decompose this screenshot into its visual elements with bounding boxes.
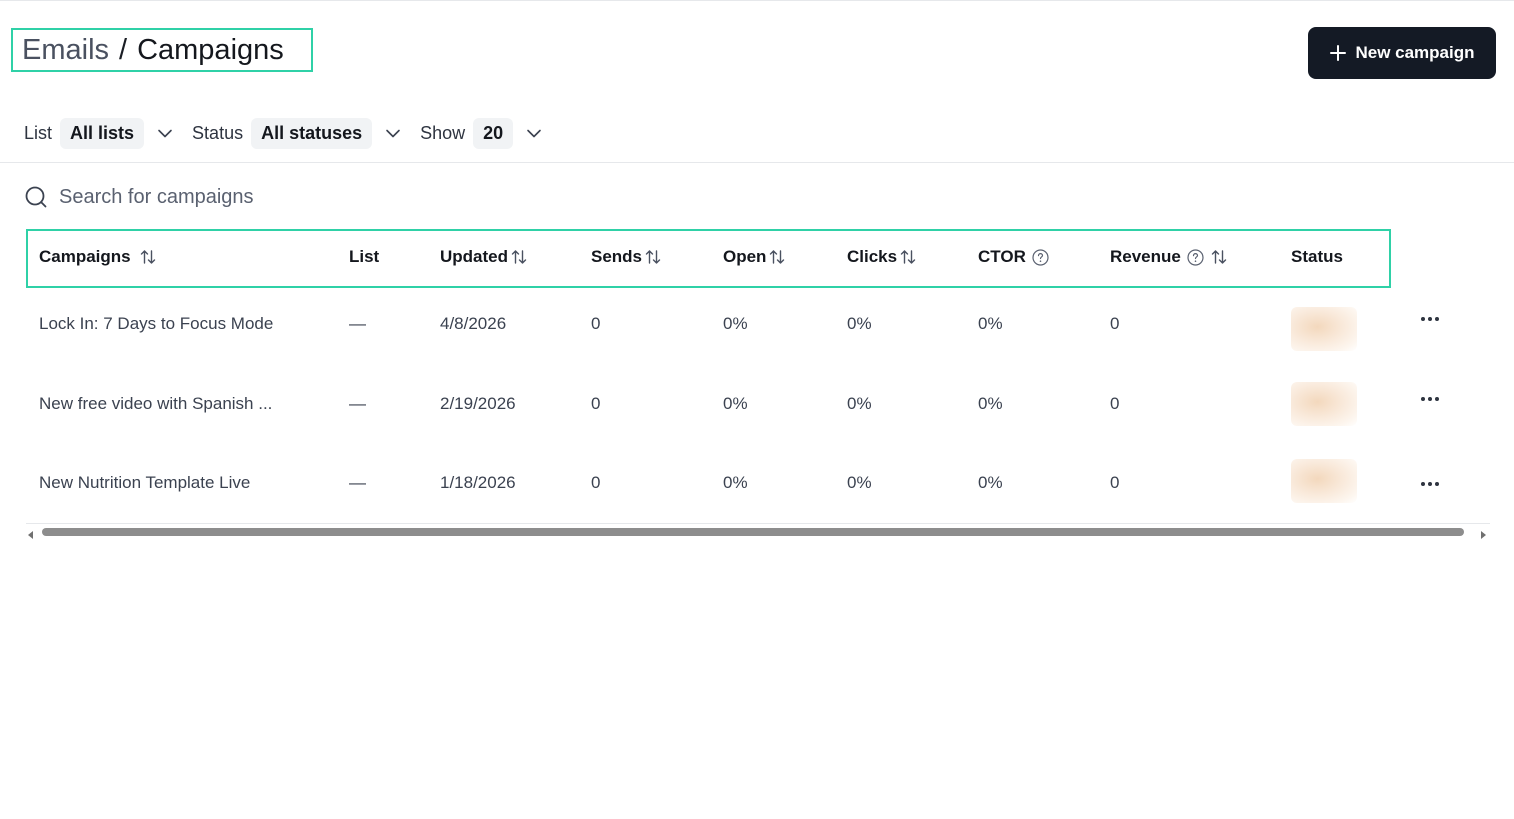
breadcrumb-emails-link[interactable]: Emails	[22, 34, 109, 67]
scrollbar-thumb[interactable]	[42, 528, 1464, 536]
campaign-sends: 0	[591, 314, 601, 333]
column-header-clicks[interactable]: Clicks	[847, 247, 917, 267]
column-header-sends[interactable]: Sends	[591, 247, 662, 267]
campaign-updated: 1/18/2026	[440, 473, 516, 492]
campaign-sends: 0	[591, 473, 601, 492]
campaign-ctor: 0%	[978, 473, 1003, 492]
column-header-label: Clicks	[847, 247, 898, 266]
breadcrumb: Emails / Campaigns	[11, 28, 313, 72]
more-horizontal-icon[interactable]	[1417, 471, 1443, 497]
campaign-name[interactable]: Lock In: 7 Days to Focus Mode	[39, 314, 273, 334]
sort-icon[interactable]	[899, 248, 917, 266]
show-filter-select[interactable]: 20	[473, 117, 514, 149]
sort-icon[interactable]	[510, 248, 528, 266]
column-header-label: Sends	[591, 247, 643, 266]
column-header-campaigns[interactable]: Campaigns	[39, 247, 157, 267]
list-filter-select[interactable]: All lists	[60, 117, 145, 149]
help-icon[interactable]	[1187, 248, 1204, 266]
column-header-revenue[interactable]: Revenue	[1110, 247, 1228, 267]
scroll-left-icon[interactable]	[26, 527, 36, 539]
sort-icon[interactable]	[768, 248, 786, 266]
campaign-ctor: 0%	[978, 394, 1003, 413]
column-header-label: Status	[1291, 247, 1343, 266]
search-icon	[24, 185, 48, 209]
horizontal-scrollbar[interactable]	[26, 523, 1490, 541]
column-header-updated[interactable]: Updated	[440, 247, 528, 267]
column-header-label: Revenue	[1110, 247, 1181, 266]
page-title: Campaigns	[137, 33, 284, 66]
status-badge	[1291, 307, 1357, 351]
list-filter-label: List	[24, 122, 53, 143]
sort-icon[interactable]	[139, 248, 157, 266]
column-header-status: Status	[1291, 247, 1343, 267]
more-horizontal-icon[interactable]	[1417, 306, 1443, 332]
chevron-down-icon[interactable]	[384, 124, 402, 142]
campaign-list: —	[349, 394, 366, 413]
campaign-clicks: 0%	[847, 394, 872, 413]
campaign-sends: 0	[591, 394, 601, 413]
campaign-updated: 2/19/2026	[440, 394, 516, 413]
campaign-revenue: 0	[1110, 314, 1120, 333]
help-icon[interactable]	[1032, 248, 1049, 266]
column-header-label: List	[349, 247, 380, 266]
scrollbar-track	[26, 523, 1490, 524]
sort-icon[interactable]	[644, 248, 662, 266]
table-row[interactable]: New Nutrition Template Live — 1/18/2026 …	[26, 455, 1486, 515]
campaign-open: 0%	[723, 394, 748, 413]
campaign-open: 0%	[723, 473, 748, 492]
campaigns-page: Emails / Campaigns New campaign List All…	[0, 0, 1514, 819]
chevron-down-icon[interactable]	[525, 124, 543, 142]
column-header-ctor: CTOR	[978, 247, 1049, 267]
campaign-name[interactable]: New free video with Spanish ...	[39, 394, 272, 414]
status-filter-select[interactable]: All statuses	[251, 117, 373, 149]
column-header-list: List	[349, 247, 379, 267]
campaign-clicks: 0%	[847, 314, 872, 333]
campaign-revenue: 0	[1110, 394, 1120, 413]
campaign-name[interactable]: New Nutrition Template Live	[39, 473, 250, 493]
sort-icon[interactable]	[1210, 248, 1228, 266]
column-header-label: CTOR	[978, 247, 1026, 266]
column-header-label: Updated	[440, 247, 508, 266]
status-badge	[1291, 382, 1357, 426]
show-filter-label: Show	[420, 122, 466, 143]
divider	[0, 162, 1514, 163]
status-badge	[1291, 459, 1357, 503]
column-header-label: Open	[723, 247, 767, 266]
status-filter-label: Status	[192, 122, 244, 143]
plus-icon	[1329, 44, 1347, 62]
column-header-open[interactable]: Open	[723, 247, 786, 267]
column-header-label: Campaigns	[39, 247, 131, 266]
scroll-right-icon[interactable]	[1478, 527, 1488, 539]
breadcrumb-separator: /	[119, 33, 128, 66]
more-horizontal-icon[interactable]	[1417, 386, 1443, 412]
filter-bar: List All lists Status All statuses Show …	[24, 117, 561, 149]
search-input[interactable]	[59, 185, 459, 209]
table-row[interactable]: New free video with Spanish ... — 2/19/2…	[26, 376, 1486, 436]
new-campaign-label: New campaign	[1355, 43, 1475, 62]
new-campaign-button[interactable]: New campaign	[1308, 27, 1496, 79]
table-header: Campaigns List Updated Sends Open Clicks…	[26, 229, 1391, 288]
campaign-clicks: 0%	[847, 473, 872, 492]
campaign-list: —	[349, 473, 366, 492]
campaign-ctor: 0%	[978, 314, 1003, 333]
chevron-down-icon[interactable]	[156, 124, 174, 142]
campaign-revenue: 0	[1110, 473, 1120, 492]
search-bar	[24, 183, 459, 211]
campaign-open: 0%	[723, 314, 748, 333]
table-row[interactable]: Lock In: 7 Days to Focus Mode — 4/8/2026…	[26, 296, 1486, 356]
campaign-updated: 4/8/2026	[440, 314, 507, 333]
campaign-list: —	[349, 314, 366, 333]
